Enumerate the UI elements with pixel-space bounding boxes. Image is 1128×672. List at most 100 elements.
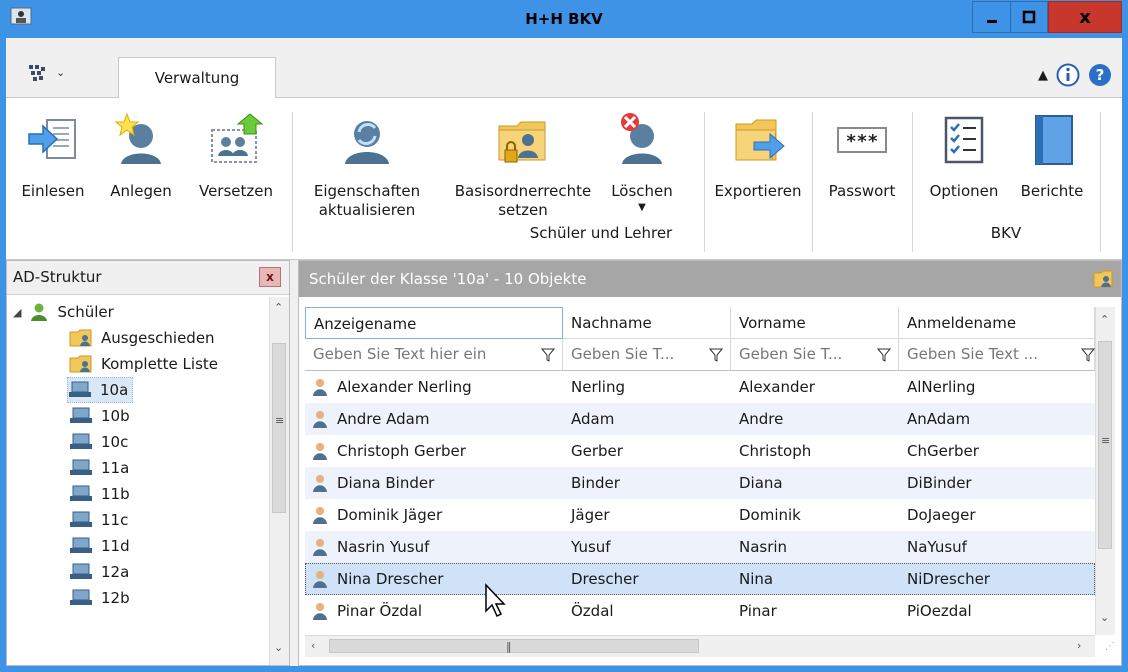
label-line-1: Basisordnerrechte xyxy=(454,182,592,200)
scroll-up-icon[interactable]: ⌃ xyxy=(274,301,283,314)
tree-label: 12b xyxy=(101,589,130,607)
cell-anmeldename: ChGerber xyxy=(907,442,979,460)
table-row[interactable]: Pinar Özdal Özdal Pinar PiOezdal xyxy=(305,595,1095,627)
anlegen-label: Anlegen xyxy=(110,182,172,200)
filter-icon[interactable] xyxy=(709,348,723,362)
table-row[interactable]: Andre Adam Adam Andre AnAdam xyxy=(305,403,1095,435)
quick-menu-button[interactable]: ⌄ xyxy=(16,56,106,92)
filter-icon[interactable] xyxy=(541,348,555,362)
maximize-button[interactable] xyxy=(1010,1,1048,33)
info-icon[interactable] xyxy=(1056,63,1080,87)
cell-nachname: Gerber xyxy=(571,442,623,460)
label-line-2: aktualisieren xyxy=(318,201,416,219)
table-row-selected[interactable]: Nina Drescher Drescher Nina NiDrescher xyxy=(305,563,1095,595)
collapse-ribbon-icon[interactable]: ▲ xyxy=(1038,68,1048,83)
cell-nachname: Adam xyxy=(571,410,615,428)
grid-vertical-scroll-thumb[interactable]: ≡ xyxy=(1098,341,1112,549)
tree-node-11d[interactable]: 11d xyxy=(69,533,130,559)
grip-icon: ≡ xyxy=(1101,434,1111,447)
eigenschaften-aktualisieren-button[interactable]: Eigenschaften aktualisieren xyxy=(298,102,436,220)
column-header-anmeldename[interactable]: Anmeldename xyxy=(899,307,1095,339)
filter-input-anzeigename[interactable]: Geben Sie Text hier ein xyxy=(305,339,563,371)
scroll-up-icon[interactable]: ⌃ xyxy=(1100,313,1109,326)
tree-scroll-thumb[interactable]: ≡ xyxy=(272,343,286,513)
tree-label: 11c xyxy=(101,511,129,529)
ribbon-panel: Einlesen Anlegen Versetzen Eigenschaften… xyxy=(6,98,1122,260)
optionen-button[interactable]: Optionen xyxy=(918,102,1010,220)
minimize-button[interactable] xyxy=(972,1,1010,33)
column-header-nachname[interactable]: Nachname xyxy=(563,307,731,339)
tree-node-schueler[interactable]: ◢ Schüler xyxy=(13,299,114,325)
tree-node-komplette-liste[interactable]: Komplette Liste xyxy=(69,351,218,377)
user-icon xyxy=(313,379,327,396)
table-row[interactable]: Alexander Nerling Nerling Alexander AlNe… xyxy=(305,371,1095,403)
tree-node-10c[interactable]: 10c xyxy=(69,429,128,455)
cell-anmeldename: PiOezdal xyxy=(907,602,972,620)
tree-label: Ausgeschieden xyxy=(101,329,215,347)
tree-node-11c[interactable]: 11c xyxy=(69,507,128,533)
tree-node-12a[interactable]: 12a xyxy=(69,559,129,585)
tree-node-11a[interactable]: 11a xyxy=(69,455,129,481)
filter-icon[interactable] xyxy=(877,348,891,362)
exportieren-button[interactable]: Exportieren xyxy=(708,102,808,220)
cell-nachname: Drescher xyxy=(571,570,639,588)
table-row[interactable]: Christoph Gerber Gerber Christoph ChGerb… xyxy=(305,435,1095,467)
cell-vorname: Pinar xyxy=(739,602,777,620)
class-icon xyxy=(70,459,92,475)
cell-vorname: Andre xyxy=(739,410,784,428)
basisordnerrechte-setzen-button[interactable]: Basisordnerrechte setzen xyxy=(438,102,608,220)
ad-struktur-panel: AD-Struktur x ◢ Schüler Ausgeschieden Ko… xyxy=(6,260,290,666)
cell-anmeldename: NaYusuf xyxy=(907,538,967,556)
table-row[interactable]: Nasrin Yusuf Yusuf Nasrin NaYusuf xyxy=(305,531,1095,563)
user-icon xyxy=(313,411,327,428)
table-row[interactable]: Diana Binder Binder Diana DiBinder xyxy=(305,467,1095,499)
resize-grip-icon[interactable]: ⋰ xyxy=(1105,641,1115,652)
filter-icon[interactable] xyxy=(1081,348,1095,362)
cell-anmeldename: AlNerling xyxy=(907,378,976,396)
loeschen-button[interactable]: Löschen ▼ xyxy=(602,102,682,220)
tree-node-11b[interactable]: 11b xyxy=(69,481,130,507)
tree-node-10b[interactable]: 10b xyxy=(69,403,130,429)
tree-node-ausgeschieden[interactable]: Ausgeschieden xyxy=(69,325,215,351)
panel-close-button[interactable]: x xyxy=(259,267,281,287)
tab-verwaltung[interactable]: Verwaltung xyxy=(118,57,276,99)
collapse-triangle-icon[interactable]: ◢ xyxy=(13,306,21,319)
close-button[interactable]: x xyxy=(1048,1,1122,33)
help-icon[interactable]: ? xyxy=(1088,63,1112,87)
tree-label: 12a xyxy=(101,563,130,581)
group-label-bkv: BKV xyxy=(990,224,1022,242)
eigenschaften-aktualisieren-label: Eigenschaften aktualisieren xyxy=(314,182,420,220)
checklist-icon xyxy=(944,116,984,164)
scroll-down-icon[interactable]: ⌄ xyxy=(1100,611,1109,624)
filter-input-vorname[interactable]: Geben Sie T... xyxy=(731,339,899,371)
cell-nachname: Yusuf xyxy=(571,538,611,556)
cell-anzeigename: Nina Drescher xyxy=(337,570,444,588)
class-icon xyxy=(70,485,92,501)
panel-title: Schüler der Klasse '10a' - 10 Objekte xyxy=(309,270,587,288)
column-header-anzeigename[interactable]: Anzeigename xyxy=(305,307,563,339)
column-header-vorname[interactable]: Vorname xyxy=(731,307,899,339)
filter-input-nachname[interactable]: Geben Sie T... xyxy=(563,339,731,371)
passwort-button[interactable]: *** Passwort xyxy=(816,102,908,220)
folder-user-icon xyxy=(69,329,92,347)
versetzen-button[interactable]: Versetzen xyxy=(184,102,288,220)
scroll-down-icon[interactable]: ⌄ xyxy=(274,641,283,654)
cell-vorname: Christoph xyxy=(739,442,812,460)
berichte-button[interactable]: Berichte xyxy=(1010,102,1094,220)
scroll-right-icon[interactable]: › xyxy=(1077,639,1081,652)
tree-node-10a[interactable]: 10a xyxy=(67,377,134,403)
table-row[interactable]: Dominik Jäger Jäger Dominik DoJaeger xyxy=(305,499,1095,531)
label-line-1: Eigenschaften xyxy=(313,182,421,200)
cell-anmeldename: DoJaeger xyxy=(907,506,976,524)
filter-input-anmeldename[interactable]: Geben Sie Text ... xyxy=(899,339,1095,371)
einlesen-button[interactable]: Einlesen xyxy=(8,102,98,220)
tree-node-12b[interactable]: 12b xyxy=(69,585,130,611)
tree-label: 10a xyxy=(100,381,129,399)
anlegen-button[interactable]: Anlegen xyxy=(98,102,184,220)
grid-horizontal-scroll-thumb[interactable]: ‖ xyxy=(329,639,699,653)
refresh-user-icon xyxy=(345,121,389,164)
scroll-left-icon[interactable]: ‹ xyxy=(311,639,315,652)
cell-nachname: Jäger xyxy=(571,506,610,524)
folder-user-icon[interactable] xyxy=(1093,270,1113,288)
user-icon xyxy=(313,507,327,524)
